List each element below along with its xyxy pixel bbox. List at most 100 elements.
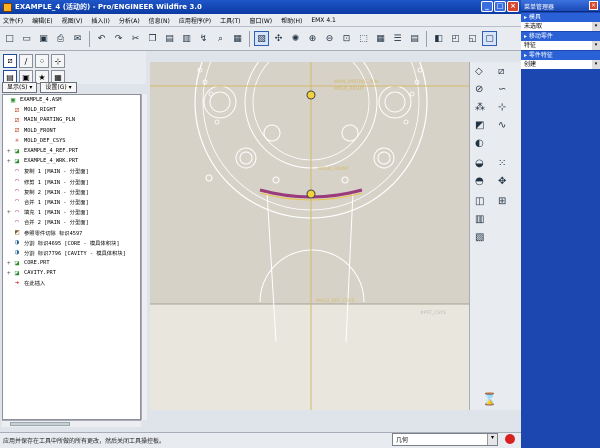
- zoom-out-icon[interactable]: ⊖: [322, 31, 337, 46]
- zoom-in-icon[interactable]: ⊕: [305, 31, 320, 46]
- menu-file[interactable]: 文件(F): [3, 16, 23, 25]
- menu-analysis[interactable]: 分析(A): [119, 16, 140, 25]
- tree-node[interactable]: ⧄ MOLD_RIGHT: [3, 105, 140, 115]
- round-icon[interactable]: ◓: [475, 176, 484, 187]
- find-icon[interactable]: ⌕: [213, 31, 228, 46]
- pattern-icon[interactable]: ⁙: [498, 158, 506, 169]
- mm-item-create[interactable]: 创建 ▾: [521, 60, 600, 69]
- datum-point-icon-r[interactable]: ⁂: [475, 102, 485, 113]
- close-button[interactable]: ×: [507, 1, 519, 12]
- revolve-icon[interactable]: ◐: [475, 138, 484, 149]
- tree-node[interactable]: ◠ 复制 2 [MAIN - 分型面]: [3, 187, 140, 197]
- mm-item-unselected[interactable]: 未选取 ▾: [521, 22, 600, 31]
- mm-item-feature[interactable]: 特征 ▾: [521, 41, 600, 50]
- minimize-button[interactable]: _: [481, 1, 493, 12]
- csys-tool-icon[interactable]: ⊹: [51, 54, 65, 68]
- tree-node[interactable]: + ◪ CAVITY.PRT: [3, 268, 140, 278]
- maximize-button[interactable]: □: [494, 1, 506, 12]
- cut-icon[interactable]: ✂: [128, 31, 143, 46]
- regenerate-icon[interactable]: ↯: [196, 31, 211, 46]
- datum-axis-icon-r[interactable]: ⊘: [475, 84, 483, 95]
- reorient-icon[interactable]: ⬚: [356, 31, 371, 46]
- repaint-icon[interactable]: ▧: [254, 31, 269, 46]
- menu-edit[interactable]: 编辑(E): [32, 16, 52, 25]
- chevron-down-icon[interactable]: ▾: [592, 22, 600, 31]
- tree-node[interactable]: ✳ MOLD_DEF_CSYS: [3, 136, 140, 146]
- tree-settings-button[interactable]: 设置(G) ▾: [40, 82, 77, 93]
- new-icon[interactable]: □: [2, 31, 17, 46]
- orient-icon[interactable]: ✺: [288, 31, 303, 46]
- saved-views-icon[interactable]: ▦: [373, 31, 388, 46]
- paste-special-icon[interactable]: ▥: [179, 31, 194, 46]
- email-icon[interactable]: ✉: [70, 31, 85, 46]
- tree-node[interactable]: ▣ EXAMPLE_4.ASM: [3, 95, 140, 105]
- menu-manager-close-button[interactable]: ×: [589, 1, 598, 10]
- tree-vertical-scrollbar[interactable]: [141, 94, 147, 420]
- model-graphics[interactable]: MAIN_PARTING_PLN MOLD_RIGHT MOLD_FRONT M…: [150, 0, 469, 410]
- selection-filter[interactable]: 几何 ▾: [392, 433, 498, 446]
- hidden-line-icon[interactable]: ◰: [448, 31, 463, 46]
- graphics-window[interactable]: MAIN_PARTING_PLN MOLD_RIGHT MOLD_FRONT M…: [150, 0, 469, 410]
- select-icon[interactable]: ▦: [230, 31, 245, 46]
- tree-node[interactable]: ➜ 在此插入: [3, 278, 140, 288]
- tree-node[interactable]: + ◠ 填充 1 [MAIN - 分型面]: [3, 207, 140, 217]
- menu-info[interactable]: 信息(N): [149, 16, 170, 25]
- refit-icon[interactable]: ⊡: [339, 31, 354, 46]
- paste-icon[interactable]: ▤: [162, 31, 177, 46]
- layers-icon[interactable]: ☰: [390, 31, 405, 46]
- print-icon[interactable]: ⎙: [53, 31, 68, 46]
- tree-scroll-thumb[interactable]: [10, 422, 70, 426]
- mold-opening-icon[interactable]: ▧: [475, 232, 484, 243]
- tree-node[interactable]: ◠ 合并 1 [MAIN - 分型面]: [3, 197, 140, 207]
- menu-view[interactable]: 视图(V): [62, 16, 83, 25]
- tree-node[interactable]: ◠ 复制 1 [MAIN - 分型面]: [3, 166, 140, 176]
- menu-insert[interactable]: 插入(I): [91, 16, 109, 25]
- sketch-icon[interactable]: ⧄: [498, 66, 504, 77]
- tree-node[interactable]: ◑ 分割 标识7796 [CAVITY - 模具体积块]: [3, 248, 140, 258]
- copy-icon[interactable]: ❐: [145, 31, 160, 46]
- menu-emx[interactable]: EMX 4.1: [311, 17, 336, 24]
- save-icon[interactable]: ▣: [36, 31, 51, 46]
- parting-surface-icon[interactable]: ◫: [475, 196, 484, 207]
- tree-node[interactable]: ◑ 分割 标识4695 [CORE - 模具体积块]: [3, 238, 140, 248]
- shading-icon[interactable]: ◧: [431, 31, 446, 46]
- no-hidden-icon[interactable]: ◱: [465, 31, 480, 46]
- spin-center-icon[interactable]: ✣: [271, 31, 286, 46]
- open-icon[interactable]: ▭: [19, 31, 34, 46]
- datum-axis-tool-icon[interactable]: ∕: [19, 54, 33, 68]
- menu-help[interactable]: 帮助(H): [281, 16, 302, 25]
- datum-point-tool-icon[interactable]: ⁘: [35, 54, 49, 68]
- tree-node[interactable]: ⧄ MOLD_FRONT: [3, 126, 140, 136]
- tree-horizontal-scrollbar[interactable]: [2, 420, 141, 427]
- datum-plane-tool-icon[interactable]: ⧄: [3, 54, 17, 68]
- tree-node[interactable]: + ◪ EXAMPLE_4_WRK.PRT: [3, 156, 140, 166]
- split-volume-icon[interactable]: ⊞: [498, 196, 506, 207]
- tree-node[interactable]: + ◪ CORE.PRT: [3, 258, 140, 268]
- redo-icon[interactable]: ↷: [111, 31, 126, 46]
- mold-component-icon[interactable]: ▥: [475, 214, 484, 225]
- undo-icon[interactable]: ↶: [94, 31, 109, 46]
- tree-node[interactable]: ⧄ MAIN_PARTING_PLN: [3, 115, 140, 125]
- tree-node[interactable]: + ◪ EXAMPLE_4_REF.PRT: [3, 146, 140, 156]
- tree-node[interactable]: ◠ 修剪 1 [MAIN - 分型面]: [3, 177, 140, 187]
- menu-applications[interactable]: 应用程序(P): [179, 16, 211, 25]
- menu-window[interactable]: 窗口(W): [250, 16, 273, 25]
- hole-icon[interactable]: ◒: [475, 158, 484, 169]
- mm-section-mold[interactable]: ▸ 模具: [521, 13, 600, 22]
- datum-curve-icon[interactable]: ∽: [498, 84, 506, 95]
- tree-node[interactable]: ◠ 合并 2 [MAIN - 分型面]: [3, 217, 140, 227]
- tree-show-button[interactable]: 显示(S) ▾: [2, 82, 38, 93]
- chevron-down-icon[interactable]: ▾: [592, 41, 600, 50]
- extrude-icon[interactable]: ◩: [475, 120, 484, 131]
- datum-plane-icon-r[interactable]: ◇: [475, 66, 483, 77]
- tree-node[interactable]: ◩ 参照零件切除 标识4597: [3, 227, 140, 237]
- mm-section-move-part[interactable]: ▸ 移动零件: [521, 32, 600, 41]
- chevron-down-icon[interactable]: ▾: [592, 60, 600, 69]
- csys-icon-r[interactable]: ⊹: [498, 102, 506, 113]
- menu-tools[interactable]: 工具(T): [220, 16, 240, 25]
- curve-icon[interactable]: ∿: [498, 120, 506, 131]
- stop-icon[interactable]: [505, 434, 515, 444]
- view-manager-icon[interactable]: ▤: [407, 31, 422, 46]
- chevron-down-icon[interactable]: ▾: [487, 434, 497, 445]
- mm-section-part-feature[interactable]: ▸ 零件特征: [521, 51, 600, 60]
